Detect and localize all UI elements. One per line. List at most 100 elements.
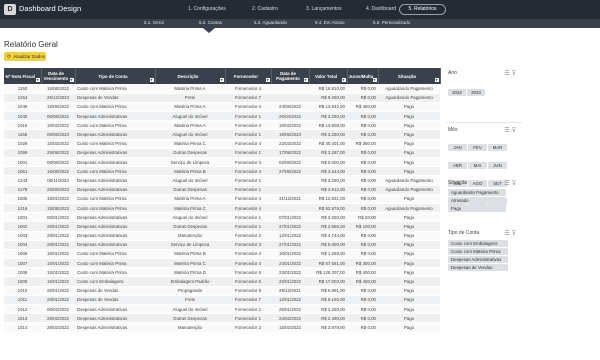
refresh-button[interactable]: ⟳ Atualizar Dados xyxy=(4,52,46,61)
filter-chip[interactable]: Aguardando Pagamento xyxy=(448,189,506,196)
filter-chip[interactable]: MAR xyxy=(488,144,507,151)
table-row[interactable]: 1216 15/09/2023 Custo com Matéria Prima Mat… xyxy=(4,203,440,214)
table-cell: 28/01/2022 xyxy=(41,295,75,306)
multiselect-icon[interactable]: ☰ xyxy=(504,71,511,77)
dropdown-icon[interactable]: ▾ xyxy=(265,78,270,82)
multiselect-icon[interactable]: ☰ xyxy=(504,231,511,237)
filter-chip[interactable]: Atrasado xyxy=(448,197,506,204)
filter-chip[interactable]: JAN xyxy=(448,144,467,151)
table-cell: R$ 400,00 xyxy=(347,267,378,278)
table-cell: Aguardando Pagamento xyxy=(378,203,440,214)
table-row[interactable]: 1010 25/01/2022 Despesas de Vendas Propagan… xyxy=(4,286,440,296)
filter-chip[interactable]: ABR xyxy=(448,162,467,169)
table-row[interactable]: 1166 06/06/2023 Despesas Administrativas Al… xyxy=(4,129,440,140)
table-row[interactable]: 1009 15/01/2022 Custo com Embalagens Embala… xyxy=(4,276,440,287)
table-cell: R$ 13.842,00 xyxy=(309,102,347,113)
filter-chip[interactable]: JUN xyxy=(488,162,507,169)
table-cell: R$ 0,00 xyxy=(347,148,378,159)
table-cell: 28/01/2022 xyxy=(41,231,75,241)
dropdown-icon[interactable]: ▾ xyxy=(149,78,154,82)
multiselect-icon[interactable]: ☰ xyxy=(504,181,511,187)
table-row[interactable]: 1008 15/01/2022 Custo com Matéria Prima Mat… xyxy=(4,267,440,278)
table-row[interactable]: 1264 26/12/2023 Despesas de Vendas Frete For… xyxy=(4,93,440,103)
table-cell: Fornecedor 4 xyxy=(225,249,271,260)
filter-chip[interactable]: 2022 xyxy=(448,89,466,96)
dropdown-icon[interactable]: ▾ xyxy=(303,78,308,82)
table-cell: Despesas Administrativas xyxy=(75,313,155,324)
table-row[interactable]: 1013 25/02/2022 Despesas Administrativas Ou… xyxy=(4,313,440,324)
multiselect-icon[interactable]: ☰ xyxy=(504,128,511,134)
table-row[interactable]: 1061 15/06/2022 Custo com Matéria Prima Mat… xyxy=(4,166,440,177)
subnav-geral[interactable]: 5.1. Geral xyxy=(144,20,164,25)
table-cell: 22/01/2022 xyxy=(271,276,309,287)
filter-chip[interactable]: FEV xyxy=(468,144,487,151)
sub-nav-bar: 5.1. Geral 5.2. Contas 5.3. Aguardando 5… xyxy=(0,19,600,28)
table-row[interactable]: 1005 15/01/2022 Custo com Matéria Prima Mat… xyxy=(4,194,440,204)
dropdown-icon[interactable]: ▾ xyxy=(434,78,439,82)
table-cell: Pago xyxy=(378,295,440,306)
filter-chip[interactable]: MAI xyxy=(468,162,487,169)
table-row[interactable]: 1006 15/01/2022 Custo com Matéria Prima Mat… xyxy=(4,249,440,260)
filter-ano-tools: ☰⊽ xyxy=(504,70,518,77)
dropdown-icon[interactable]: ▾ xyxy=(372,78,377,82)
table-cell: Custo com Matéria Prima xyxy=(75,120,155,131)
table-row[interactable]: 1004 28/01/2022 Despesas Administrativas Se… xyxy=(4,240,440,250)
nav-item-cadastro[interactable]: 2. Cadastro xyxy=(252,6,278,12)
table-row[interactable]: 1002 25/01/2022 Despesas Administrativas Ou… xyxy=(4,221,440,232)
table-row[interactable]: 1001 08/08/2022 Despesas Administrativas Se… xyxy=(4,157,440,168)
subnav-personalizado[interactable]: 5.5. Personalizado xyxy=(373,20,410,25)
table-cell: 1216 xyxy=(4,203,41,214)
table-row[interactable]: 1007 15/01/2022 Custo com Matéria Prima Mat… xyxy=(4,258,440,269)
subnav-aguardando[interactable]: 5.3. Aguardando xyxy=(254,20,287,25)
table-row[interactable]: 1099 25/09/2022 Despesas Administrativas Ou… xyxy=(4,148,440,159)
filter-chip[interactable]: Custo com Matéria Prima xyxy=(448,248,508,255)
dropdown-icon[interactable]: ▾ xyxy=(35,78,40,82)
filter-chip[interactable]: Pago xyxy=(448,205,506,212)
dropdown-icon[interactable]: ▾ xyxy=(69,78,74,82)
subnav-em-atraso[interactable]: 5.4. Em Atraso xyxy=(315,20,345,25)
subnav-contas[interactable]: 5.2. Contas xyxy=(199,20,222,25)
table-row[interactable]: 1029 15/03/2022 Custo com Matéria Prima Mat… xyxy=(4,139,440,149)
table-cell: 15/05/2022 xyxy=(41,102,75,113)
clear-filter-icon[interactable]: ⊽ xyxy=(512,231,518,237)
clear-filter-icon[interactable]: ⊽ xyxy=(512,71,518,77)
nav-item-relatorios[interactable]: 5. Relatórios xyxy=(399,4,446,15)
table-cell: Fornecedor 5 xyxy=(225,267,271,278)
table-cell: Custo com Matéria Prima xyxy=(75,249,155,260)
table-cell: 08/08/2022 xyxy=(41,157,75,168)
table-cell: Manutenção xyxy=(155,322,225,333)
table-row[interactable]: 1001 06/01/2022 Despesas Administrativas Al… xyxy=(4,212,440,223)
table-row[interactable]: 1011 28/01/2022 Despesas de Vendas Frete For… xyxy=(4,295,440,306)
table-row[interactable]: 1016 15/02/2022 Custo com Matéria Prima Mat… xyxy=(4,120,440,131)
table-cell: Despesas de Vendas xyxy=(75,93,155,103)
table-cell: R$ 0,00 xyxy=(347,304,378,315)
table-row[interactable]: 1014 28/02/2022 Despesas Administrativas Ma… xyxy=(4,322,440,333)
clear-filter-icon[interactable]: ⊽ xyxy=(512,128,518,134)
filter-chip[interactable]: Despesas Administrativas xyxy=(448,256,508,263)
table-row[interactable]: 1178 25/05/2023 Despesas Administrativas Ou… xyxy=(4,185,440,195)
table-row[interactable]: 1243 06/11/2023 Despesas Administrativas Al… xyxy=(4,175,440,186)
dropdown-icon[interactable]: ▾ xyxy=(341,78,346,82)
nav-item-dashboard[interactable]: 4. Dashboard xyxy=(366,6,396,12)
table-row[interactable]: 1049 15/05/2022 Custo com Matéria Prima Mat… xyxy=(4,102,440,113)
filter-chip[interactable]: 2023 xyxy=(467,89,485,96)
nav-item-lancamentos[interactable]: 3. Lançamentos xyxy=(306,6,342,12)
table-cell: 15/01/2022 xyxy=(41,258,75,269)
table-cell: R$ 0,00 xyxy=(347,175,378,186)
table-row[interactable]: 1012 06/02/2022 Despesas Administrativas Al… xyxy=(4,304,440,315)
column-header-label: Data de Vencimento xyxy=(43,71,69,81)
table-cell: Despesas Administrativas xyxy=(75,185,155,195)
table-cell: Pago xyxy=(378,148,440,159)
table-cell: Pago xyxy=(378,212,440,223)
table-cell: 27/05/2022 xyxy=(271,166,309,177)
clear-filter-icon[interactable]: ⊽ xyxy=(512,181,518,187)
table-cell: R$ 3.250,00 xyxy=(309,212,347,223)
filter-chip[interactable]: Custo com Embalagens xyxy=(448,240,508,247)
table-cell: 1008 xyxy=(4,267,41,278)
dropdown-icon[interactable]: ▾ xyxy=(219,78,224,82)
table-row[interactable]: 1045 06/05/2022 Despesas Administrativas Al… xyxy=(4,111,440,122)
table-row[interactable]: 1003 28/01/2022 Despesas Administrativas Ma… xyxy=(4,231,440,241)
nav-item-configuracoes[interactable]: 1. Configurações xyxy=(188,6,226,12)
table-row[interactable]: 1150 15/06/2022 Custo com Matéria Prima Mat… xyxy=(4,84,440,94)
filter-chip[interactable]: Despesas de Vendas xyxy=(448,264,508,271)
